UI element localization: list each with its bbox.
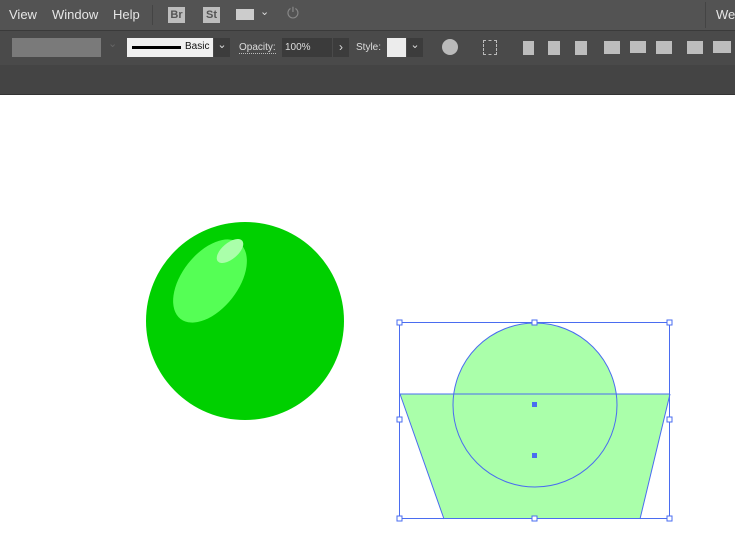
artboard[interactable]	[0, 0, 735, 536]
center-point	[532, 453, 537, 458]
center-point	[532, 402, 537, 407]
